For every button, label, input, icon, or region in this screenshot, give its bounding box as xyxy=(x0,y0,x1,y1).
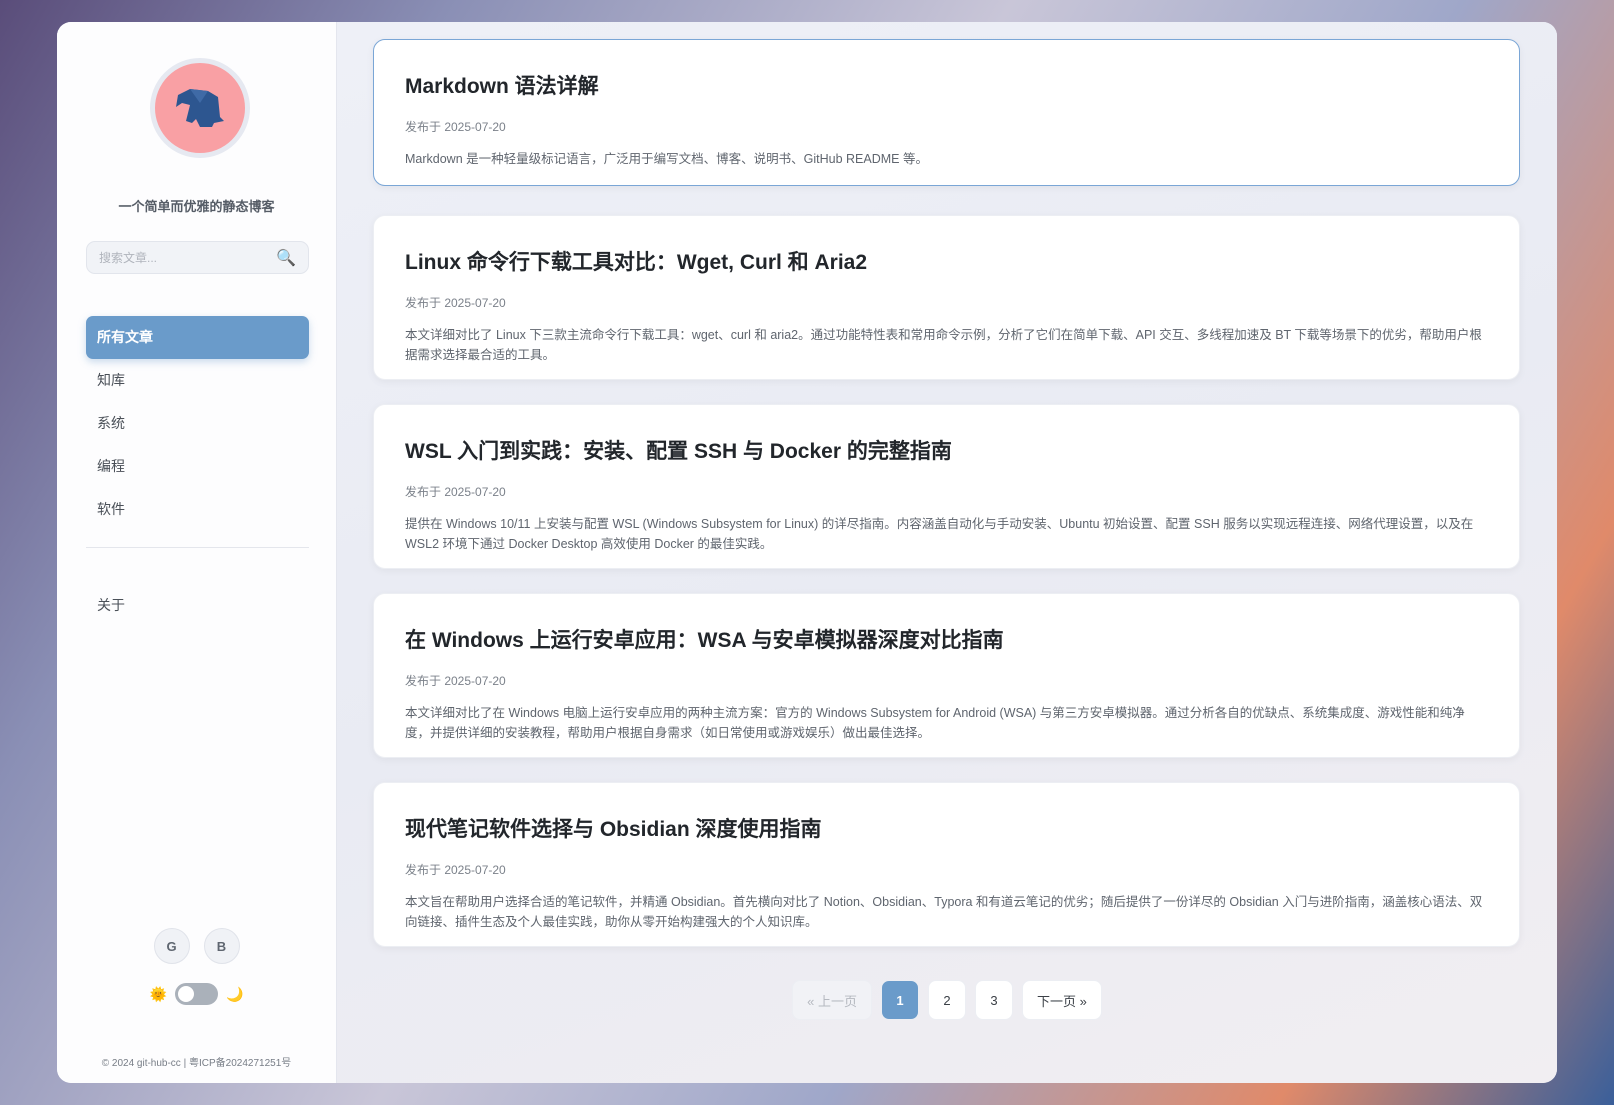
moon-icon: 🌙 xyxy=(226,985,244,1002)
divider xyxy=(86,547,309,548)
page-2-button[interactable]: 2 xyxy=(928,980,966,1020)
post-card[interactable]: 现代笔记软件选择与 Obsidian 深度使用指南 发布于 2025-07-20… xyxy=(373,782,1520,947)
sun-icon: 🌞 xyxy=(149,985,167,1002)
post-title[interactable]: Linux 命令行下载工具对比：Wget, Curl 和 Aria2 xyxy=(405,246,1488,276)
search-input[interactable] xyxy=(99,250,249,265)
post-card[interactable]: WSL 入门到实践：安装、配置 SSH 与 Docker 的完整指南 发布于 2… xyxy=(373,404,1520,569)
search-box[interactable]: 🔍 xyxy=(86,241,309,274)
github-link[interactable]: G xyxy=(153,928,190,964)
post-summary: Markdown 是一种轻量级标记语言，广泛用于编写文档、博客、说明书、GitH… xyxy=(405,152,928,166)
blog-window: 一个简单而优雅的静态博客 🔍 所有文章 知库 系统 编程 软件 关于 G B 🌞… xyxy=(57,22,1557,1083)
post-summary: 本文旨在帮助用户选择合适的笔记软件，并精通 Obsidian。首先横向对比了 N… xyxy=(405,895,1483,929)
nav-item-programming[interactable]: 编程 xyxy=(86,445,309,488)
post-summary: 提供在 Windows 10/11 上安装与配置 WSL (Windows Su… xyxy=(405,517,1474,551)
bilibili-link[interactable]: B xyxy=(203,928,240,964)
search-icon[interactable]: 🔍 xyxy=(276,248,296,268)
nav-item-system[interactable]: 系统 xyxy=(86,402,309,445)
nav-item-about[interactable]: 关于 xyxy=(97,595,125,615)
pagination: « 上一页 1 2 3 下一页 » xyxy=(337,980,1557,1020)
footer-copyright: © 2024 git-hub-cc | 粤ICP备2024271251号 xyxy=(101,1058,292,1069)
theme-toggle[interactable] xyxy=(175,983,218,1005)
next-page-button[interactable]: 下一页 » xyxy=(1022,980,1102,1020)
prev-page-button[interactable]: « 上一页 xyxy=(792,980,872,1020)
site-tagline: 一个简单而优雅的静态博客 xyxy=(118,199,275,214)
post-title[interactable]: 在 Windows 上运行安卓应用：WSA 与安卓模拟器深度对比指南 xyxy=(405,624,1488,654)
social-links: G B xyxy=(57,928,336,964)
post-card[interactable]: Linux 命令行下载工具对比：Wget, Curl 和 Aria2 发布于 2… xyxy=(373,215,1520,380)
avatar xyxy=(150,58,250,158)
post-date: 发布于 2025-07-20 xyxy=(405,296,506,310)
post-summary: 本文详细对比了在 Windows 电脑上运行安卓应用的两种主流方案：官方的 Wi… xyxy=(405,706,1465,740)
sidebar: 一个简单而优雅的静态博客 🔍 所有文章 知库 系统 编程 软件 关于 G B 🌞… xyxy=(57,22,337,1083)
post-card[interactable]: 在 Windows 上运行安卓应用：WSA 与安卓模拟器深度对比指南 发布于 2… xyxy=(373,593,1520,758)
nav-item-software[interactable]: 软件 xyxy=(86,488,309,531)
post-summary: 本文详细对比了 Linux 下三款主流命令行下载工具：wget、curl 和 a… xyxy=(405,328,1482,362)
elephant-logo-icon xyxy=(176,89,224,127)
theme-switcher: 🌞 🌙 xyxy=(57,983,336,1005)
post-date: 发布于 2025-07-20 xyxy=(405,863,506,877)
nav-item-knowledge[interactable]: 知库 xyxy=(86,359,309,402)
category-nav: 所有文章 知库 系统 编程 软件 xyxy=(86,316,309,531)
post-card[interactable]: Markdown 语法详解 发布于 2025-07-20 Markdown 是一… xyxy=(373,39,1520,186)
page-1-button[interactable]: 1 xyxy=(881,980,919,1020)
post-date: 发布于 2025-07-20 xyxy=(405,674,506,688)
post-title[interactable]: 现代笔记软件选择与 Obsidian 深度使用指南 xyxy=(405,813,1488,843)
post-date: 发布于 2025-07-20 xyxy=(405,120,506,134)
nav-item-all-posts[interactable]: 所有文章 xyxy=(86,316,309,359)
post-title[interactable]: WSL 入门到实践：安装、配置 SSH 与 Docker 的完整指南 xyxy=(405,435,1488,465)
page-3-button[interactable]: 3 xyxy=(975,980,1013,1020)
post-title[interactable]: Markdown 语法详解 xyxy=(405,70,1488,100)
post-list: Markdown 语法详解 发布于 2025-07-20 Markdown 是一… xyxy=(337,22,1557,1083)
post-date: 发布于 2025-07-20 xyxy=(405,485,506,499)
